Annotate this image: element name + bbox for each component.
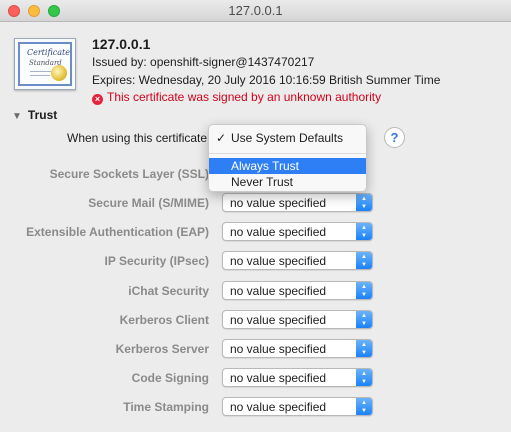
chevron-updown-icon: ▲ ▼ [356, 282, 372, 299]
ichat-label: iChat Security [128, 284, 209, 298]
time-stamping-label: Time Stamping [123, 400, 209, 414]
chevron-updown-icon: ▲ ▼ [356, 252, 372, 269]
menu-item-use-system-defaults[interactable]: ✓ Use System Defaults [209, 130, 366, 146]
eap-label: Extensible Authentication (EAP) [26, 225, 209, 239]
ipsec-popup[interactable]: no value specified ▲ ▼ [222, 251, 373, 270]
kerberos-client-popup[interactable]: no value specified ▲ ▼ [222, 310, 373, 329]
title-bar: 127.0.0.1 [0, 0, 511, 22]
menu-item-always-trust[interactable]: Always Trust [209, 158, 366, 174]
help-button[interactable]: ? [384, 127, 405, 148]
menu-item-label: Use System Defaults [231, 131, 344, 145]
certificate-error: × This certificate was signed by an unkno… [92, 90, 381, 105]
kerberos-server-label: Kerberos Server [115, 342, 209, 356]
chevron-updown-icon: ▲ ▼ [356, 369, 372, 386]
kerberos-server-popup[interactable]: no value specified ▲ ▼ [222, 339, 373, 358]
certificate-icon: Certificate Standard [14, 38, 76, 90]
eap-value: no value specified [230, 225, 327, 239]
certificate-icon-title: Certificate [27, 48, 70, 57]
when-using-label: When using this certificate: [67, 131, 211, 145]
time-stamping-value: no value specified [230, 400, 327, 414]
checkmark-icon: ✓ [216, 131, 227, 145]
ichat-popup[interactable]: no value specified ▲ ▼ [222, 281, 373, 300]
chevron-updown-icon: ▲ ▼ [356, 340, 372, 357]
time-stamping-popup[interactable]: no value specified ▲ ▼ [222, 397, 373, 416]
seal-icon [51, 65, 67, 81]
chevron-updown-icon: ▲ ▼ [356, 194, 372, 211]
trust-disclosure[interactable]: ▼ Trust [12, 108, 57, 122]
ssl-label: Secure Sockets Layer (SSL) [49, 167, 209, 181]
chevron-updown-icon: ▲ ▼ [356, 398, 372, 415]
chevron-updown-icon: ▲ ▼ [356, 311, 372, 328]
chevron-updown-icon: ▲ ▼ [356, 223, 372, 240]
certificate-error-text: This certificate was signed by an unknow… [107, 90, 382, 104]
menu-item-label: Always Trust [231, 159, 300, 173]
kerberos-client-label: Kerberos Client [119, 313, 209, 327]
eap-popup[interactable]: no value specified ▲ ▼ [222, 222, 373, 241]
code-signing-value: no value specified [230, 371, 327, 385]
disclosure-triangle-icon[interactable]: ▼ [12, 111, 22, 122]
ichat-value: no value specified [230, 284, 327, 298]
smime-label: Secure Mail (S/MIME) [88, 196, 209, 210]
menu-item-never-trust[interactable]: Never Trust [209, 174, 366, 190]
smime-value: no value specified [230, 196, 327, 210]
trust-policy-menu[interactable]: ✓ Use System Defaults Always Trust Never… [208, 124, 367, 192]
issued-by: Issued by: openshift-signer@1437470217 [92, 55, 315, 69]
smime-popup[interactable]: no value specified ▲ ▼ [222, 193, 373, 212]
ipsec-value: no value specified [230, 254, 327, 268]
menu-separator [209, 153, 366, 154]
code-signing-popup[interactable]: no value specified ▲ ▼ [222, 368, 373, 387]
kerberos-client-value: no value specified [230, 313, 327, 327]
trust-section-label: Trust [27, 108, 58, 122]
window-title: 127.0.0.1 [228, 3, 283, 18]
expiry-date: Expires: Wednesday, 20 July 2016 10:16:5… [92, 73, 441, 87]
kerberos-server-value: no value specified [230, 342, 327, 356]
certificate-name: 127.0.0.1 [92, 36, 151, 52]
code-signing-label: Code Signing [131, 371, 209, 385]
ipsec-label: IP Security (IPsec) [104, 254, 210, 268]
menu-item-label: Never Trust [231, 175, 294, 189]
x-circle-icon: × [92, 94, 103, 105]
